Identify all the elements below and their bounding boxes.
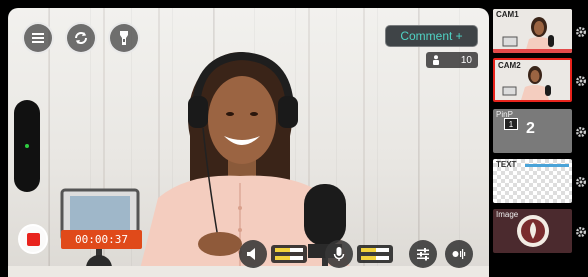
source-thumb-cam1[interactable]: CAM1 xyxy=(493,9,572,53)
flashlight-icon xyxy=(120,31,128,45)
source-settings-button[interactable] xyxy=(575,125,587,137)
sliders-icon xyxy=(417,248,429,261)
audio-mixer-button[interactable] xyxy=(409,240,437,268)
recording-timer: 00:00:37 xyxy=(61,230,142,249)
gear-icon xyxy=(576,76,586,86)
speaker-level-fill xyxy=(275,248,291,252)
gear-icon xyxy=(576,177,586,187)
viewer-count: 10 xyxy=(460,54,472,66)
source-settings-button[interactable] xyxy=(575,74,587,86)
speaker-button[interactable] xyxy=(239,240,267,268)
source-thumb-text[interactable]: TEXT xyxy=(493,159,572,203)
source-settings-button[interactable] xyxy=(575,225,587,237)
camera-preview: Comment + 10 00:00:37 xyxy=(8,8,489,277)
stop-icon xyxy=(26,232,40,246)
record-button[interactable] xyxy=(18,224,48,254)
comment-button[interactable]: Comment + xyxy=(385,25,478,47)
microphone-level-fill xyxy=(361,256,377,260)
audio-effect-button[interactable] xyxy=(445,240,473,268)
microphone-icon xyxy=(333,247,345,261)
menu-icon xyxy=(32,33,44,43)
source-label: CAM2 xyxy=(498,61,521,70)
source-thumb-pinp[interactable]: PinP 1 2 xyxy=(493,109,572,153)
speaker-level-meter[interactable] xyxy=(271,245,307,263)
text-line-preview xyxy=(525,164,569,167)
gear-icon xyxy=(576,27,586,37)
camera-switch-button[interactable] xyxy=(65,22,97,54)
source-label: TEXT xyxy=(496,160,517,169)
microphone-button[interactable] xyxy=(325,240,353,268)
pinp-number: 2 xyxy=(526,120,535,137)
person-icon xyxy=(433,55,439,65)
pinp-sub-badge: 1 xyxy=(504,118,518,130)
speaker-icon xyxy=(247,248,255,260)
microphone-level-meter[interactable] xyxy=(357,245,393,263)
source-label: CAM1 xyxy=(496,10,519,19)
viewer-count-badge: 10 xyxy=(426,52,478,68)
gear-icon xyxy=(576,127,586,137)
gear-icon xyxy=(576,227,586,237)
camera-switch-icon xyxy=(75,32,87,44)
flashlight-button[interactable] xyxy=(108,22,140,54)
zoom-slider[interactable] xyxy=(14,100,40,192)
zoom-indicator xyxy=(25,144,29,148)
source-thumb-cam2[interactable]: CAM2 xyxy=(493,58,572,102)
speaker-level-fill xyxy=(275,256,291,260)
coffee-logo-image xyxy=(517,215,549,247)
microphone-level-fill xyxy=(361,248,377,252)
menu-button[interactable] xyxy=(22,22,54,54)
waveform-icon xyxy=(452,249,466,259)
source-sidebar: CAM1 CAM2 PinP 1 2 TEXT Image xyxy=(489,0,588,277)
source-settings-button[interactable] xyxy=(575,25,587,37)
source-thumb-image[interactable]: Image xyxy=(493,209,572,253)
source-settings-button[interactable] xyxy=(575,175,587,187)
